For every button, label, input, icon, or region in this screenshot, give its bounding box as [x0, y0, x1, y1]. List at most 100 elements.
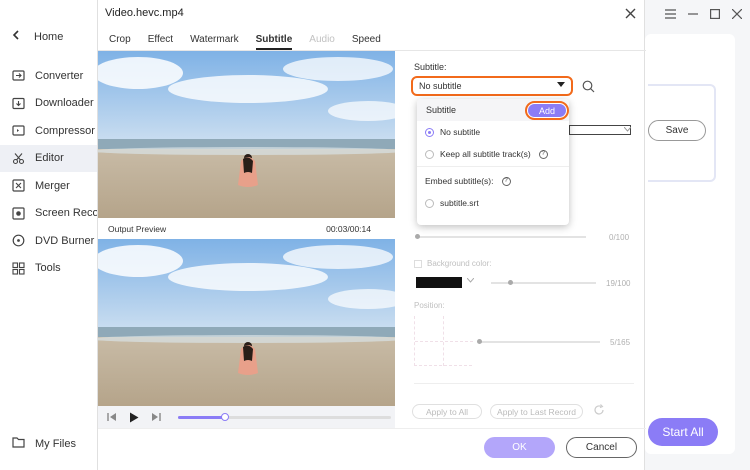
- save-button[interactable]: Save: [648, 120, 706, 141]
- sidebar-item-dvd-burner[interactable]: DVD Burner: [0, 227, 97, 255]
- chevron-left-icon: [12, 30, 20, 43]
- original-video-preview: [98, 51, 395, 218]
- sidebar-item-label: Converter: [35, 69, 84, 82]
- sidebar-item-compressor[interactable]: Compressor: [0, 117, 97, 145]
- sidebar-item-label: Merger: [35, 179, 70, 192]
- cancel-button[interactable]: Cancel: [566, 437, 637, 458]
- refresh-icon[interactable]: [593, 404, 605, 419]
- position-grid[interactable]: [414, 316, 473, 366]
- screen-recorder-icon: [12, 207, 25, 220]
- transparency-slider[interactable]: [416, 236, 586, 238]
- background-opacity-value: 19/100: [606, 279, 631, 288]
- maximize-icon[interactable]: [710, 8, 721, 22]
- close-icon[interactable]: [625, 4, 636, 24]
- option-label: subtitle.srt: [440, 198, 479, 208]
- option-subtitle-file[interactable]: subtitle.srt: [425, 198, 479, 208]
- option-no-subtitle[interactable]: No subtitle: [425, 127, 480, 137]
- dvd-burner-icon: [12, 234, 25, 247]
- position-slider[interactable]: [478, 341, 600, 343]
- search-icon[interactable]: [582, 80, 595, 96]
- playback-progress-fill: [178, 416, 225, 419]
- start-all-button[interactable]: Start All: [648, 418, 718, 446]
- home-link[interactable]: Home: [12, 30, 63, 43]
- sidebar-item-tools[interactable]: Tools: [0, 255, 97, 283]
- next-frame-icon[interactable]: [150, 411, 162, 423]
- transparency-slider-handle[interactable]: [415, 234, 420, 239]
- background-color-checkbox[interactable]: [414, 260, 422, 268]
- subtitle-dropdown: Subtitle Add No subtitle Keep all subtit…: [417, 99, 569, 225]
- menu-icon[interactable]: [665, 8, 676, 22]
- ok-button[interactable]: OK: [484, 437, 555, 458]
- font-chevron-icon: [623, 125, 632, 134]
- add-subtitle-label: Add: [528, 104, 566, 117]
- help-icon[interactable]: ?: [501, 176, 511, 186]
- downloader-icon: [12, 97, 25, 110]
- sidebar-item-screen-recorder[interactable]: Screen Recorder: [0, 200, 118, 228]
- sidebar-item-label: Editor: [35, 152, 64, 165]
- sidebar-item-converter[interactable]: Converter: [0, 62, 97, 90]
- playback-slider-handle[interactable]: [220, 413, 229, 421]
- position-value: 5/165: [610, 338, 631, 347]
- window-controls: [665, 8, 743, 22]
- apply-to-last-record-button[interactable]: Apply to Last Record: [490, 404, 583, 419]
- divider: [414, 383, 634, 384]
- play-icon[interactable]: [128, 411, 140, 423]
- dropdown-header-label: Subtitle: [426, 105, 457, 115]
- subtitle-label: Subtitle:: [414, 62, 447, 72]
- subtitle-select[interactable]: No subtitle: [411, 76, 573, 96]
- tab-watermark[interactable]: Watermark: [190, 34, 239, 50]
- sidebar-item-merger[interactable]: Merger: [0, 172, 97, 200]
- minimize-icon[interactable]: [688, 8, 698, 22]
- background-color-label: Background color:: [427, 259, 492, 268]
- apply-to-all-button[interactable]: Apply to All: [412, 404, 482, 419]
- my-files-label: My Files: [35, 437, 76, 450]
- option-label: Keep all subtitle track(s): [440, 149, 531, 159]
- previous-frame-icon[interactable]: [106, 411, 118, 423]
- radio-unselected: [425, 198, 434, 208]
- editor-icon: [12, 152, 25, 165]
- converter-icon: [12, 69, 25, 82]
- background-opacity-slider-handle[interactable]: [508, 280, 513, 285]
- output-preview-label: Output Preview: [108, 224, 167, 234]
- my-files-link[interactable]: My Files: [12, 436, 76, 451]
- playback-slider[interactable]: [178, 413, 391, 421]
- embed-subtitles-heading: Embed subtitle(s): ?: [425, 176, 511, 186]
- background-opacity-slider[interactable]: [491, 282, 596, 284]
- option-keep-all-tracks[interactable]: Keep all subtitle track(s) ?: [425, 149, 548, 159]
- playback-controls: [98, 406, 395, 428]
- sidebar: Home Converter Downloader Compressor Edi…: [0, 0, 118, 470]
- preview-bar: Output Preview 00:03/00:14: [98, 219, 395, 238]
- background-color-swatch[interactable]: [416, 277, 462, 288]
- tab-effect[interactable]: Effect: [148, 34, 173, 50]
- folder-icon: [12, 436, 25, 451]
- sidebar-item-editor[interactable]: Editor: [0, 144, 97, 172]
- sidebar-item-label: Downloader: [35, 97, 94, 110]
- merger-icon: [12, 179, 25, 192]
- font-field[interactable]: [569, 125, 631, 135]
- compressor-icon: [12, 124, 25, 137]
- transparency-value: 0/100: [609, 233, 630, 242]
- dialog-title: Video.hevc.mp4: [105, 7, 184, 19]
- tab-subtitle[interactable]: Subtitle: [255, 34, 293, 50]
- option-label: No subtitle: [440, 127, 481, 137]
- tab-audio: Audio: [309, 34, 335, 45]
- close-window-icon[interactable]: [731, 8, 743, 22]
- dropdown-divider: [417, 166, 569, 167]
- help-icon[interactable]: ?: [538, 149, 548, 159]
- tools-icon: [12, 262, 25, 275]
- sidebar-item-downloader[interactable]: Downloader: [0, 90, 97, 118]
- embed-subtitles-label: Embed subtitle(s):: [425, 176, 494, 186]
- add-subtitle-button[interactable]: Add: [525, 101, 569, 120]
- output-video-preview: [98, 239, 395, 406]
- sidebar-nav: Converter Downloader Compressor Editor M…: [0, 62, 118, 283]
- position-slider-handle[interactable]: [477, 339, 482, 344]
- chevron-down-icon: [557, 81, 565, 90]
- position-label: Position:: [414, 301, 445, 310]
- radio-unselected: [425, 149, 434, 159]
- footer-divider: [98, 428, 646, 429]
- tab-crop[interactable]: Crop: [109, 34, 131, 50]
- sidebar-item-label: Compressor: [35, 124, 95, 137]
- tab-speed[interactable]: Speed: [352, 34, 381, 50]
- edit-dialog: Video.hevc.mp4 Crop Effect Watermark Sub…: [97, 0, 646, 470]
- tab-bar: Crop Effect Watermark Subtitle Audio Spe…: [109, 34, 398, 50]
